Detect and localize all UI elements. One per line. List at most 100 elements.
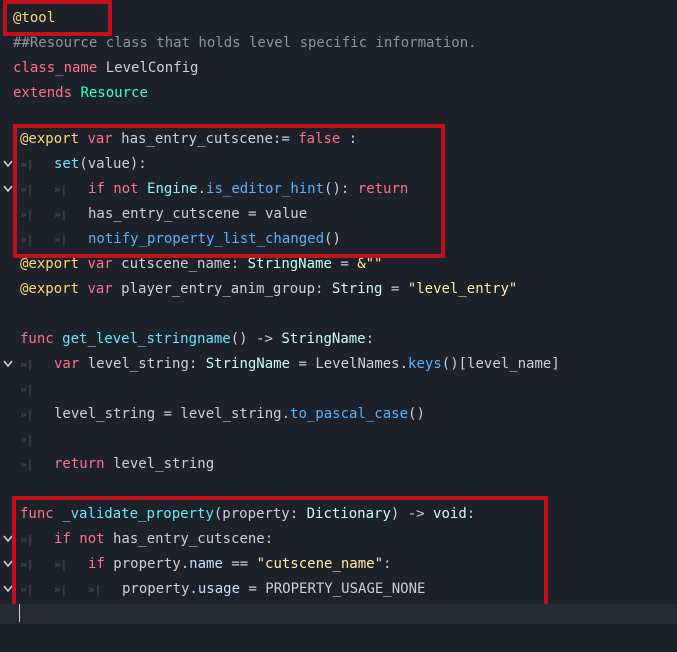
code-token: property. — [122, 581, 198, 597]
code-token: (): — [324, 181, 358, 197]
code-line[interactable]: »| »| if not Engine.is_editor_hint(): retu… — [0, 177, 677, 202]
code-token: () — [408, 406, 425, 422]
code-line[interactable]: »| — [0, 427, 677, 452]
indent-guide: »| — [20, 158, 34, 171]
code-token: == — [222, 556, 257, 572]
code-token: @export — [20, 131, 80, 147]
code-line[interactable]: ##Resource class that holds level specif… — [0, 31, 677, 56]
code-token: . — [197, 181, 207, 197]
indent-guide: »| — [54, 558, 68, 571]
code-line[interactable]: »| var level_string: StringName = LevelNa… — [0, 352, 677, 377]
code-token: StringName — [205, 356, 291, 372]
indent-guide: »| — [54, 583, 68, 596]
code-token: notify_property_list_changed — [88, 231, 325, 247]
code-token: StringName — [247, 256, 332, 272]
code-token: return — [357, 181, 409, 197]
code-line[interactable]: »| set(value): — [0, 152, 677, 193]
code-token: "level_entry" — [407, 281, 518, 297]
indent-guide: »| — [20, 408, 34, 421]
code-line[interactable]: @export var has_entry_cutscene:= false : — [0, 127, 677, 168]
text-cursor — [19, 604, 20, 622]
indent-guide: »| — [20, 583, 34, 596]
code-token: class_name — [13, 60, 98, 76]
code-line[interactable]: »| »| notify_property_list_changed() — [0, 227, 677, 252]
code-token: func — [20, 331, 54, 347]
code-token: ) -> — [390, 506, 434, 522]
indent-guide: »| — [88, 583, 102, 596]
code-token: () — [324, 231, 341, 247]
code-token: level_string — [104, 456, 215, 472]
code-token: Dictionary — [306, 506, 391, 522]
indent-guide: »| — [20, 383, 34, 396]
code-token: usage — [197, 581, 241, 597]
code-line[interactable]: »| if not has_entry_cutscene: — [0, 527, 677, 568]
code-line[interactable]: func get_level_stringname() -> StringNam… — [0, 327, 677, 368]
code-token: (value): — [79, 156, 147, 172]
code-line[interactable]: @export var cutscene_name: StringName = … — [0, 252, 677, 277]
code-token: : — [383, 556, 392, 572]
code-token: LevelConfig — [97, 60, 199, 76]
indent-guide: »| — [20, 208, 34, 221]
indent-guide: »| — [20, 358, 34, 371]
code-token: has_entry_cutscene = value — [88, 206, 308, 222]
code-token: var — [87, 131, 113, 147]
code-token: cutscene_name: — [112, 256, 248, 272]
code-line[interactable]: class_name LevelConfig — [0, 56, 677, 81]
indent-guide: »| — [20, 233, 34, 246]
code-token: @tool — [13, 10, 56, 26]
code-line[interactable]: @export var player_entry_anim_group: Str… — [0, 277, 677, 302]
code-token: if — [88, 556, 105, 572]
horizontal-scrollbar[interactable] — [0, 604, 677, 624]
code-token: = — [331, 256, 358, 272]
indent-guide: »| — [20, 183, 34, 196]
code-token: func — [20, 506, 54, 522]
code-token: Engine — [147, 181, 198, 197]
code-line[interactable]: extends Resource — [0, 81, 677, 106]
code-editor[interactable]: @tool ##Resource class that holds level … — [0, 0, 677, 624]
indent-guide: »| — [54, 208, 68, 221]
code-token: String — [331, 281, 383, 297]
code-token: is_editor_hint — [206, 181, 325, 197]
code-token: = — [382, 281, 408, 297]
code-token: player_entry_anim_group: — [112, 281, 332, 297]
code-token: if not — [54, 531, 105, 547]
code-token: false — [298, 131, 341, 147]
code-line[interactable]: »| return level_string — [0, 452, 677, 477]
code-token: extends — [13, 85, 73, 101]
code-token: ()[level_name] — [441, 356, 560, 372]
code-token: has_entry_cutscene: — [104, 531, 274, 547]
code-token: var — [87, 281, 113, 297]
code-line[interactable]: »| — [0, 377, 677, 402]
code-token: = LevelNames. — [290, 356, 409, 372]
code-token: = PROPERTY_USAGE_NONE — [240, 581, 426, 597]
code-token: &"" — [357, 256, 383, 272]
code-token: @export — [20, 281, 80, 297]
code-token: @export — [20, 256, 80, 272]
code-token: level_string = level_string. — [54, 406, 291, 422]
code-token: ##Resource class that holds level specif… — [13, 35, 477, 51]
code-token: StringName — [281, 331, 366, 347]
code-token: : — [365, 331, 375, 347]
code-token: has_entry_cutscene:= — [112, 131, 299, 147]
indent-guide: »| — [20, 458, 34, 471]
code-token: (property: — [213, 506, 307, 522]
code-token: if not — [88, 181, 139, 197]
code-token: get_level_stringname — [62, 331, 231, 347]
code-line[interactable]: @tool — [0, 6, 677, 31]
code-line[interactable]: func _validate_property(property: Dictio… — [0, 502, 677, 543]
code-line[interactable]: »| »| has_entry_cutscene = value — [0, 202, 677, 227]
code-line[interactable]: »| level_string = level_string.to_pascal_… — [0, 402, 677, 427]
code-token: : — [340, 131, 358, 147]
code-line[interactable]: »| »| if property.name == "cutscene_name": — [0, 552, 677, 593]
code-token: void — [433, 506, 467, 522]
indent-guide: »| — [20, 533, 34, 546]
code-line[interactable]: »| »| »| property.usage = PROPERTY_USAGE_NO… — [0, 577, 677, 602]
indent-guide: »| — [20, 558, 34, 571]
code-token: () -> — [230, 331, 282, 347]
code-token: property. — [104, 556, 190, 572]
code-token: level_string: — [79, 356, 206, 372]
code-token: : — [466, 506, 476, 522]
code-token: _validate_property — [62, 506, 214, 522]
code-token: "cutscene_name" — [256, 556, 384, 572]
